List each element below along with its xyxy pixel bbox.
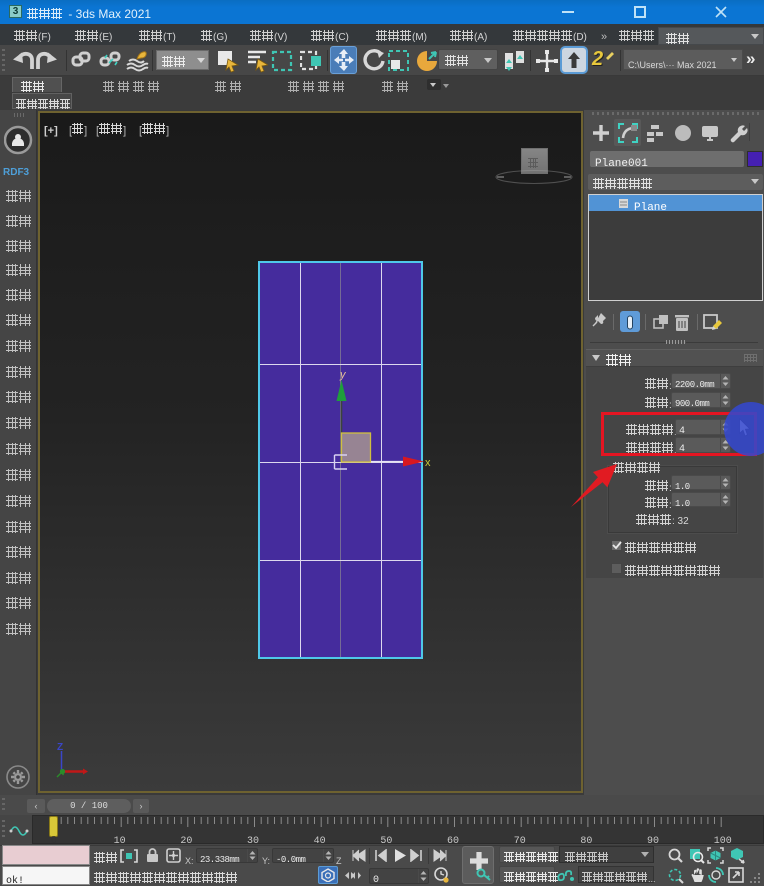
svg-text:y: y xyxy=(339,369,347,381)
svg-text:x: x xyxy=(425,457,431,469)
